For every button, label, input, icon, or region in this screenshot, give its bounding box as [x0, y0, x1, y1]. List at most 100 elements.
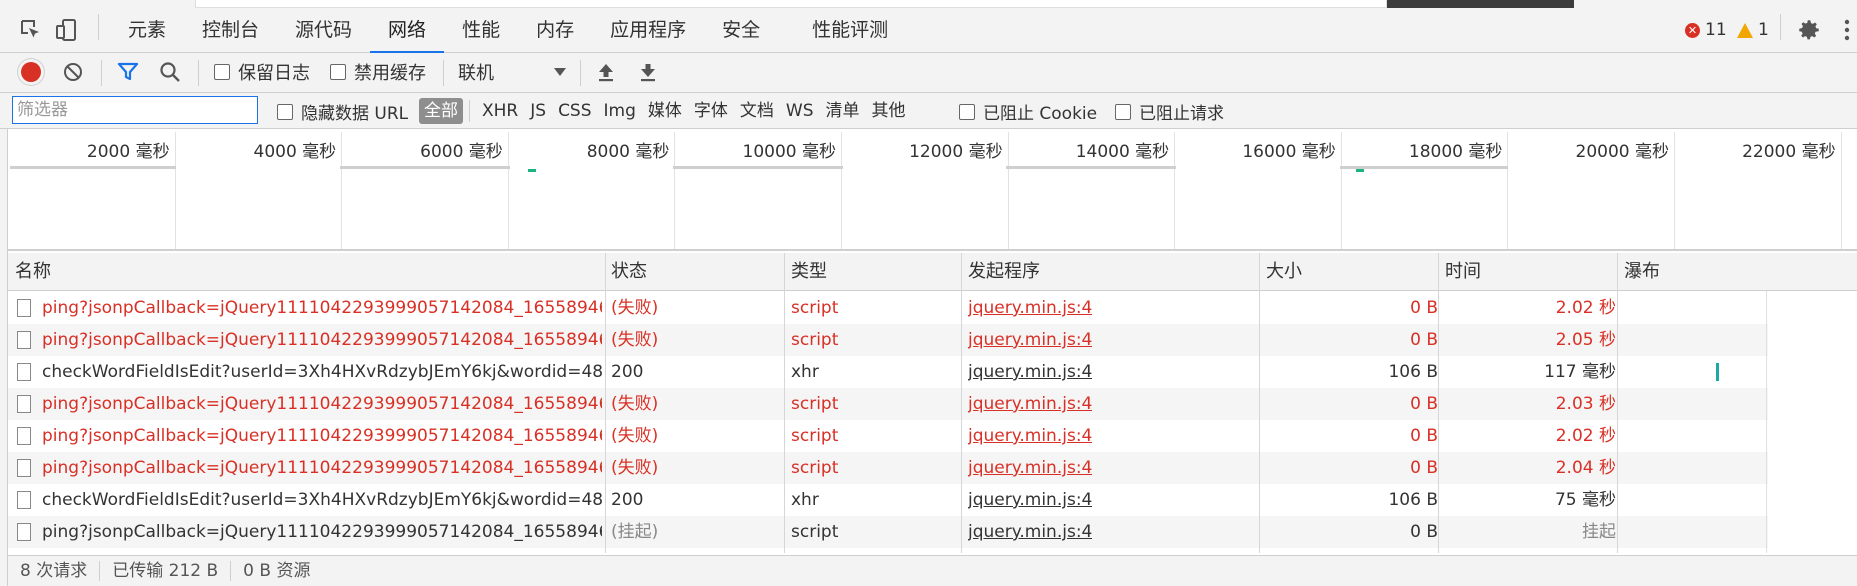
blocked-cookies-checkbox[interactable]: [959, 103, 975, 120]
request-initiator-link[interactable]: jquery.min.js:4: [968, 420, 1092, 452]
hide-data-urls-checkbox[interactable]: [277, 103, 293, 120]
request-row[interactable]: ping?jsonpCallback=jQuery111104229399905…: [8, 420, 1768, 452]
hide-data-urls-toggle[interactable]: 隐藏数据 URL: [277, 99, 408, 124]
preserve-log-toggle[interactable]: 保留日志: [214, 59, 310, 85]
inspect-element-icon[interactable]: [19, 18, 43, 42]
overview-tick-label: 14000 毫秒: [1075, 142, 1170, 162]
request-row[interactable]: ping?jsonpCallback=jQuery111104229399905…: [8, 452, 1768, 484]
tab-performance[interactable]: 性能: [444, 0, 518, 53]
request-initiator-link[interactable]: jquery.min.js:4: [968, 356, 1092, 388]
request-size: 0 B: [1410, 330, 1438, 350]
blocked-cookies-toggle[interactable]: 已阻止 Cookie: [959, 99, 1097, 124]
column-divider[interactable]: [605, 253, 606, 553]
tab-lighthouse[interactable]: 性能评测: [778, 0, 906, 53]
type-filter-other[interactable]: 其他: [866, 98, 912, 124]
tab-elements[interactable]: 元素: [110, 0, 184, 53]
document-icon: [17, 395, 31, 413]
blocked-cookies-label: 已阻止 Cookie: [983, 104, 1098, 124]
blocked-requests-checkbox[interactable]: [1115, 103, 1131, 120]
type-filter-doc[interactable]: 文档: [734, 98, 780, 124]
request-name[interactable]: checkWordFieldIsEdit?userId=3Xh4HXvRdzyb…: [42, 484, 602, 516]
type-filter-css[interactable]: CSS: [552, 98, 597, 124]
type-filter-media[interactable]: 媒体: [642, 98, 688, 124]
type-filter-img[interactable]: Img: [598, 98, 642, 124]
column-divider[interactable]: [784, 253, 785, 553]
throttling-select[interactable]: 联机: [458, 59, 566, 85]
resource-type-filters: 全部 XHR JS CSS Img 媒体 字体 文档 WS 清单 其他: [419, 98, 912, 124]
request-time: 2.02 秒: [1555, 426, 1616, 446]
tab-console[interactable]: 控制台: [184, 0, 277, 53]
tab-application[interactable]: 应用程序: [592, 0, 704, 53]
blocked-requests-toggle[interactable]: 已阻止请求: [1115, 99, 1224, 124]
more-options-icon[interactable]: [1844, 18, 1850, 42]
search-icon[interactable]: [159, 61, 181, 83]
overview-tick-label: 10000 毫秒: [742, 142, 836, 162]
request-name[interactable]: ping?jsonpCallback=jQuery111104229399905…: [42, 452, 602, 484]
tab-sources[interactable]: 源代码: [277, 0, 370, 53]
request-type: script: [791, 458, 839, 478]
error-count-badge[interactable]: ✕ 11: [1685, 20, 1727, 40]
import-har-icon[interactable]: [595, 61, 617, 83]
request-initiator-link[interactable]: jquery.min.js:4: [968, 388, 1092, 420]
request-row[interactable]: checkWordFieldIsEdit?userId=3Xh4HXvRdzyb…: [8, 484, 1768, 516]
request-initiator-link[interactable]: jquery.min.js:4: [968, 324, 1092, 356]
filter-funnel-icon[interactable]: [117, 61, 139, 83]
request-table-header: [8, 253, 1857, 291]
type-filter-xhr[interactable]: XHR: [476, 98, 524, 124]
request-row[interactable]: ping?jsonpCallback=jQuery111104229399905…: [8, 516, 1768, 548]
request-name[interactable]: ping?jsonpCallback=jQuery111104229399905…: [42, 516, 602, 548]
request-row[interactable]: ping?jsonpCallback=jQuery111104229399905…: [8, 324, 1768, 356]
column-divider[interactable]: [1617, 253, 1618, 553]
column-header-type[interactable]: 类型: [785, 253, 827, 291]
column-divider[interactable]: [961, 253, 962, 553]
settings-gear-icon[interactable]: [1796, 17, 1822, 43]
column-header-size[interactable]: 大小: [1260, 253, 1302, 291]
column-divider[interactable]: [1259, 253, 1260, 553]
column-header-time[interactable]: 时间: [1439, 253, 1481, 291]
warning-count-badge[interactable]: 1: [1737, 20, 1769, 40]
request-initiator-link[interactable]: jquery.min.js:4: [968, 292, 1092, 324]
request-row[interactable]: checkWordFieldIsEdit?userId=3Xh4HXvRdzyb…: [8, 356, 1768, 388]
request-count: 8 次请求: [8, 561, 101, 581]
type-filter-manifest[interactable]: 清单: [820, 98, 866, 124]
request-row[interactable]: ping?jsonpCallback=jQuery111104229399905…: [8, 292, 1768, 324]
toolbar-divider: [1780, 14, 1781, 40]
tab-network[interactable]: 网络: [370, 0, 445, 53]
request-name[interactable]: ping?jsonpCallback=jQuery111104229399905…: [42, 292, 602, 324]
panel-tabs: 元素 控制台 源代码 网络 性能 内存 应用程序 安全 性能评测: [110, 0, 906, 53]
column-header-status[interactable]: 状态: [605, 253, 647, 291]
type-filter-js[interactable]: JS: [524, 98, 552, 124]
type-filter-font[interactable]: 字体: [688, 98, 734, 124]
type-filter-ws[interactable]: WS: [780, 98, 820, 124]
record-button[interactable]: [21, 62, 41, 82]
request-initiator-link[interactable]: jquery.min.js:4: [968, 516, 1092, 548]
export-har-icon[interactable]: [637, 61, 659, 83]
disable-cache-checkbox[interactable]: [330, 64, 346, 80]
preserve-log-label: 保留日志: [238, 63, 310, 84]
request-name[interactable]: checkWordFieldIsEdit?userId=3Xh4HXvRdzyb…: [42, 356, 602, 388]
request-row[interactable]: ping?jsonpCallback=jQuery111104229399905…: [8, 388, 1768, 420]
type-filter-all[interactable]: 全部: [419, 98, 463, 124]
column-header-initiator[interactable]: 发起程序: [962, 253, 1040, 291]
request-type: script: [791, 522, 839, 542]
request-type: script: [791, 330, 839, 350]
request-initiator-link[interactable]: jquery.min.js:4: [968, 452, 1092, 484]
device-toolbar-icon[interactable]: [55, 18, 79, 42]
tab-security[interactable]: 安全: [704, 0, 778, 53]
clear-icon[interactable]: [63, 62, 83, 82]
request-name[interactable]: ping?jsonpCallback=jQuery111104229399905…: [42, 324, 602, 356]
request-name[interactable]: ping?jsonpCallback=jQuery111104229399905…: [42, 420, 602, 452]
request-time: 2.03 秒: [1555, 394, 1616, 414]
preserve-log-checkbox[interactable]: [214, 64, 230, 80]
request-size: 0 B: [1410, 426, 1438, 446]
waterfall-bar[interactable]: [1716, 363, 1719, 381]
document-icon: [17, 299, 31, 317]
request-initiator-link[interactable]: jquery.min.js:4: [968, 484, 1092, 516]
column-header-waterfall[interactable]: 瀑布: [1618, 253, 1660, 291]
column-divider[interactable]: [1438, 253, 1439, 553]
request-name[interactable]: ping?jsonpCallback=jQuery111104229399905…: [42, 388, 602, 420]
tab-memory[interactable]: 内存: [518, 0, 592, 53]
disable-cache-toggle[interactable]: 禁用缓存: [330, 59, 426, 85]
filter-input[interactable]: [12, 96, 258, 124]
column-header-name[interactable]: 名称: [9, 253, 51, 291]
